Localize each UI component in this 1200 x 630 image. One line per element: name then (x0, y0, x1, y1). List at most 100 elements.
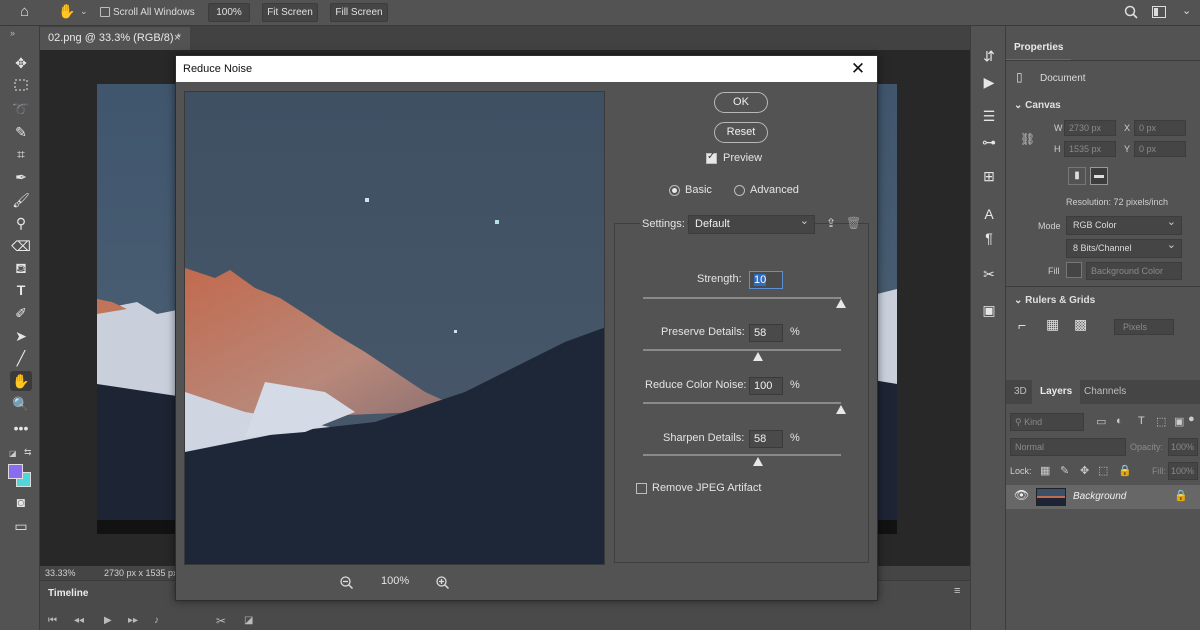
filter-type-icon[interactable]: T (1138, 415, 1145, 427)
grid-icon[interactable]: ▦ (1046, 316, 1059, 333)
sharpen-details-field[interactable]: 58 (749, 430, 783, 448)
tool-preset-chevron-icon[interactable]: ⌄ (80, 6, 88, 17)
rulers-chevron-icon[interactable]: ⌄ (1014, 295, 1025, 306)
properties-sliders-icon[interactable]: ⊶ (979, 132, 999, 152)
dialog-titlebar[interactable]: Reduce Noise (176, 56, 877, 82)
filter-toggle-icon[interactable]: ● (1188, 413, 1195, 425)
swap-colors-icon[interactable]: ⇆ (24, 447, 32, 458)
layer-name[interactable]: Background (1073, 491, 1126, 502)
quick-mask-icon[interactable]: ◙ (10, 492, 32, 512)
status-zoom[interactable]: 33.33% (45, 568, 76, 578)
reduce-color-noise-field[interactable]: 100 (749, 377, 783, 395)
sharpen-details-slider-track[interactable] (643, 454, 841, 456)
y-field[interactable]: 0 px (1134, 141, 1186, 157)
home-icon[interactable]: ⌂ (20, 3, 29, 20)
move-tool-icon[interactable]: ✥ (10, 53, 32, 73)
scroll-all-windows-checkbox[interactable] (100, 7, 110, 17)
sharpen-details-slider-thumb[interactable] (752, 457, 763, 466)
close-icon[interactable]: ✕ (849, 59, 867, 79)
workspace-chevron-icon[interactable]: ⌄ (1182, 4, 1191, 17)
x-field[interactable]: 0 px (1134, 120, 1186, 136)
ok-button[interactable]: OK (714, 92, 768, 113)
preserve-details-slider-thumb[interactable] (752, 352, 763, 361)
rulers-icon[interactable]: ⌐ (1018, 317, 1026, 333)
filter-pixel-icon[interactable]: ▭ (1096, 415, 1106, 428)
screen-mode-icon[interactable]: ▭ (10, 516, 32, 536)
audio-icon[interactable]: ♪ (154, 615, 159, 626)
preview-checkbox[interactable] (706, 151, 717, 164)
lock-transparent-icon[interactable]: ▦ (1040, 464, 1050, 477)
layer-row[interactable]: 👁 Background 🔒 (1006, 485, 1200, 509)
guides-icon[interactable]: ▩ (1074, 316, 1087, 333)
next-frame-icon[interactable]: ▸▸ (128, 615, 138, 626)
paragraph-icon[interactable]: ¶ (979, 228, 999, 248)
close-tab-icon[interactable]: × (174, 27, 180, 50)
document-tab[interactable]: 02.png @ 33.3% (RGB/8) * × (40, 27, 190, 50)
quick-selection-tool-icon[interactable]: ✎ (10, 122, 32, 142)
landscape-orientation-button[interactable]: ▬ (1090, 167, 1108, 185)
mode-select[interactable]: RGB Color (1066, 214, 1182, 235)
layer-lock-icon[interactable]: 🔒 (1174, 489, 1188, 502)
lock-position-icon[interactable]: ✥ (1080, 464, 1089, 477)
bit-depth-select[interactable]: 8 Bits/Channel (1066, 237, 1182, 258)
strength-slider-thumb[interactable] (836, 299, 846, 308)
path-selection-tool-icon[interactable]: ➤ (10, 326, 32, 346)
strength-field[interactable]: 10 (749, 271, 783, 289)
pen-tool-icon[interactable]: ✐ (10, 303, 32, 323)
adjustments-icon[interactable]: ☰ (979, 106, 999, 126)
lock-artboard-icon[interactable]: ⬚ (1098, 464, 1108, 477)
strength-slider-track[interactable] (643, 297, 841, 299)
tools-scissors-icon[interactable]: ✂ (979, 264, 999, 284)
hand-tool-icon[interactable]: ✋ (58, 3, 75, 20)
foreground-color-swatch[interactable] (8, 464, 23, 479)
tab-layers[interactable]: Layers (1032, 380, 1081, 404)
filter-adjustment-icon[interactable]: ◐ (1116, 415, 1123, 427)
blend-mode-select[interactable]: Normal (1010, 438, 1126, 456)
reduce-color-noise-slider-thumb[interactable] (836, 405, 846, 414)
opacity-field[interactable]: 100% (1168, 438, 1198, 456)
zoom-tool-icon[interactable]: 🔍 (10, 394, 32, 414)
search-icon[interactable] (1124, 5, 1138, 19)
units-select[interactable]: Pixels (1114, 319, 1174, 335)
crop-tool-icon[interactable]: ⌗ (10, 144, 32, 164)
history-icon[interactable]: ⇵ (979, 46, 999, 66)
default-colors-icon[interactable]: ◪ (9, 449, 17, 458)
filter-preview[interactable] (184, 91, 605, 565)
zoom-out-icon[interactable] (340, 576, 353, 589)
advanced-radio[interactable] (734, 185, 745, 196)
lock-all-icon[interactable]: 🔒 (1118, 464, 1132, 477)
tab-properties[interactable]: Properties (1006, 36, 1072, 60)
canvas-chevron-icon[interactable]: ⌄ (1014, 100, 1025, 111)
type-tool-icon[interactable]: T (10, 280, 32, 300)
fit-screen-button[interactable]: Fit Screen (262, 3, 318, 22)
fill-opacity-field[interactable]: 100% (1168, 462, 1198, 480)
libraries-icon[interactable]: ⊞ (979, 166, 999, 186)
layer-kind-filter[interactable]: ⚲ Kind (1010, 413, 1084, 431)
width-field[interactable]: 2730 px (1064, 120, 1116, 136)
reduce-color-noise-slider-track[interactable] (643, 402, 841, 404)
zoom-in-icon[interactable] (436, 576, 449, 589)
fill-select[interactable]: Background Color (1086, 262, 1182, 280)
character-icon[interactable]: A (979, 204, 999, 224)
eraser-tool-icon[interactable]: ⌫ (10, 236, 32, 256)
canvas-section-header[interactable]: ⌄ Canvas (1014, 100, 1061, 111)
channels-panel-icon[interactable]: ▣ (979, 300, 999, 320)
more-tools-icon[interactable]: ••• (10, 418, 32, 438)
timeline-menu-icon[interactable]: ≡ (954, 585, 960, 597)
eyedropper-tool-icon[interactable]: ✒ (10, 167, 32, 187)
delete-settings-icon[interactable]: 🗑 (846, 216, 861, 230)
portrait-orientation-button[interactable]: ▮ (1068, 167, 1086, 185)
basic-radio[interactable] (669, 185, 680, 196)
marquee-tool-icon[interactable] (10, 76, 32, 96)
tab-channels[interactable]: Channels (1076, 380, 1134, 404)
filter-shape-icon[interactable]: ⬚ (1156, 415, 1166, 428)
settings-select[interactable]: Default (688, 213, 815, 234)
collapse-toolbar-icon[interactable]: » (10, 28, 15, 38)
fill-swatch[interactable] (1066, 262, 1082, 278)
first-frame-icon[interactable]: ⏮ (48, 615, 57, 626)
height-field[interactable]: 1535 px (1064, 141, 1116, 157)
lasso-tool-icon[interactable]: ➰ (10, 99, 32, 119)
paint-bucket-tool-icon[interactable]: ⛾ (10, 258, 32, 278)
lock-pixels-icon[interactable]: ✎ (1060, 464, 1069, 477)
brush-tool-icon[interactable]: 🖌 (10, 190, 32, 210)
